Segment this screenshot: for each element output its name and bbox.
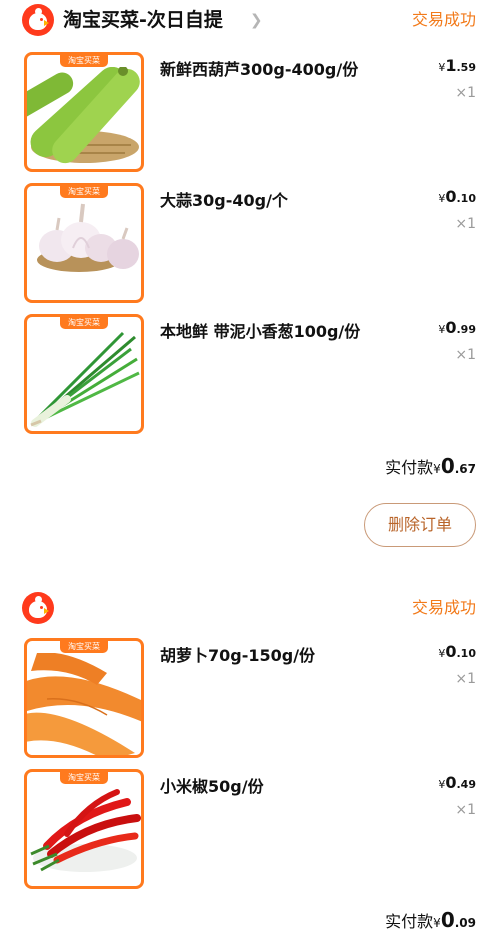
- item-price: ¥0.99: [438, 318, 476, 337]
- order-item[interactable]: 淘宝买菜 本地鲜 带泥小香葱100g/份 ¥0.99 ×1: [0, 314, 500, 440]
- thumb-tag: 淘宝买菜: [60, 641, 108, 653]
- order-card: 淘宝买菜-次日自提 ❯ 交易成功 淘宝买菜 新鲜西葫芦300g-400g/份 ¥…: [0, 0, 500, 560]
- item-quantity: ×1: [455, 347, 476, 363]
- thumb-tag: 淘宝买菜: [60, 55, 108, 67]
- item-price: ¥0.10: [438, 642, 476, 661]
- product-image-garlic[interactable]: 淘宝买菜: [24, 183, 144, 303]
- thumb-tag: 淘宝买菜: [60, 186, 108, 198]
- order-item[interactable]: 淘宝买菜 大蒜30g-40g/个 ¥0.10 ×1: [0, 183, 500, 309]
- thumb-tag: 淘宝买菜: [60, 772, 108, 784]
- item-quantity: ×1: [455, 85, 476, 101]
- item-quantity: ×1: [455, 802, 476, 818]
- item-price: ¥1.59: [438, 56, 476, 75]
- item-title[interactable]: 小米椒50g/份: [160, 775, 264, 799]
- item-title[interactable]: 胡萝卜70g-150g/份: [160, 644, 315, 668]
- item-quantity: ×1: [455, 671, 476, 687]
- order-item[interactable]: 淘宝买菜 胡萝卜70g-150g/份 ¥0.10 ×1: [0, 638, 500, 764]
- product-image-scallion[interactable]: 淘宝买菜: [24, 314, 144, 434]
- product-image-zucchini[interactable]: 淘宝买菜: [24, 52, 144, 172]
- item-price: ¥0.10: [438, 187, 476, 206]
- store-logo-icon[interactable]: [22, 592, 54, 624]
- order-total: 实付款¥0.09: [385, 908, 476, 932]
- item-price: ¥0.49: [438, 773, 476, 792]
- order-status: 交易成功: [411, 10, 476, 29]
- chevron-right-icon[interactable]: ❯: [250, 11, 263, 29]
- product-image-chili[interactable]: 淘宝买菜: [24, 769, 144, 889]
- store-name[interactable]: 淘宝买菜-次日自提: [63, 6, 223, 34]
- product-image-carrot[interactable]: 淘宝买菜: [24, 638, 144, 758]
- order-item[interactable]: 淘宝买菜 新鲜西葫芦300g-400g/份 ¥1.59 ×1: [0, 52, 500, 178]
- total-label: 实付款: [385, 458, 434, 477]
- item-title[interactable]: 大蒜30g-40g/个: [160, 189, 288, 213]
- order-status: 交易成功: [411, 598, 476, 617]
- item-quantity: ×1: [455, 216, 476, 232]
- item-title[interactable]: 本地鲜 带泥小香葱100g/份: [160, 320, 360, 344]
- order-card: 交易成功 淘宝买菜 胡萝卜70g-150g/份 ¥0.10 ×1 淘宝买菜 小米…: [0, 588, 500, 935]
- delete-order-button[interactable]: 删除订单: [364, 503, 476, 547]
- order-header: 淘宝买菜-次日自提 ❯ 交易成功: [0, 0, 500, 44]
- thumb-tag: 淘宝买菜: [60, 317, 108, 329]
- order-total: 实付款¥0.67: [385, 454, 476, 478]
- order-item[interactable]: 淘宝买菜 小米椒50g/份 ¥0.49 ×1: [0, 769, 500, 895]
- store-logo-icon[interactable]: [22, 4, 54, 36]
- order-header: 交易成功: [0, 588, 500, 632]
- item-title[interactable]: 新鲜西葫芦300g-400g/份: [160, 58, 358, 82]
- total-label: 实付款: [385, 912, 434, 931]
